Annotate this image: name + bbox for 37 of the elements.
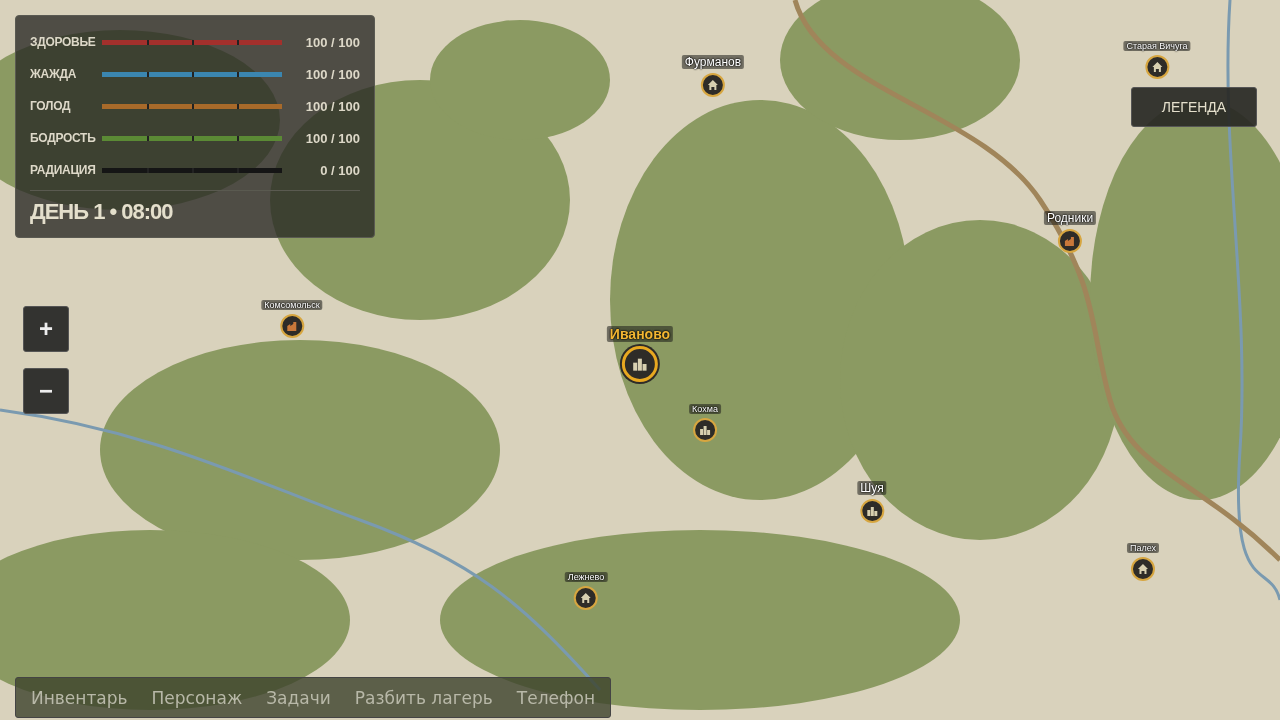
stat-label: ЖАЖДА	[30, 67, 78, 81]
menu-item[interactable]: Инвентарь	[31, 687, 128, 708]
place-label: Родники	[1043, 211, 1097, 225]
place-label: Фурманов	[681, 55, 745, 69]
stat-value: 0 / 100	[320, 162, 360, 178]
zoom-out-button[interactable]: −	[23, 368, 69, 414]
place-label: Лежнево	[564, 572, 608, 582]
stat-label: ГОЛОД	[30, 99, 72, 113]
stat-value: 100 / 100	[305, 130, 360, 146]
menu-item[interactable]: Разбить лагерь	[354, 687, 493, 708]
place-label: Комсомольск	[261, 300, 323, 310]
house-icon	[1151, 61, 1163, 73]
house-icon	[707, 79, 719, 91]
buildings-icon	[699, 424, 711, 436]
buildings-icon	[632, 356, 648, 372]
stat-label: ЗДОРОВЬЕ	[30, 35, 97, 49]
day-time: ДЕНЬ 1 • 08:00	[30, 199, 174, 225]
stat-value: 100 / 100	[305, 66, 360, 82]
factory-icon	[286, 320, 298, 332]
house-icon	[1137, 563, 1149, 575]
place-label: Иваново	[606, 326, 674, 342]
place-label: Шуя	[857, 481, 887, 495]
factory-icon	[1064, 235, 1076, 247]
buildings-icon	[866, 505, 878, 517]
stat-label: БОДРОСТЬ	[30, 131, 97, 145]
menu-item[interactable]: Задачи	[266, 687, 331, 708]
place-label: Старая Вичуга	[1123, 41, 1191, 51]
map-marker[interactable]	[622, 346, 658, 382]
stat-label: РАДИАЦИЯ	[30, 163, 97, 177]
house-icon	[580, 592, 592, 604]
menu-item[interactable]: Телефон	[516, 687, 596, 708]
legend-button[interactable]: ЛЕГЕНДА	[1131, 87, 1257, 127]
menu-item[interactable]: Персонаж	[151, 687, 243, 708]
place-label: Палех	[1127, 543, 1159, 553]
stat-value: 100 / 100	[305, 98, 360, 114]
zoom-in-button[interactable]: +	[23, 306, 69, 352]
stat-value: 100 / 100	[305, 34, 360, 50]
